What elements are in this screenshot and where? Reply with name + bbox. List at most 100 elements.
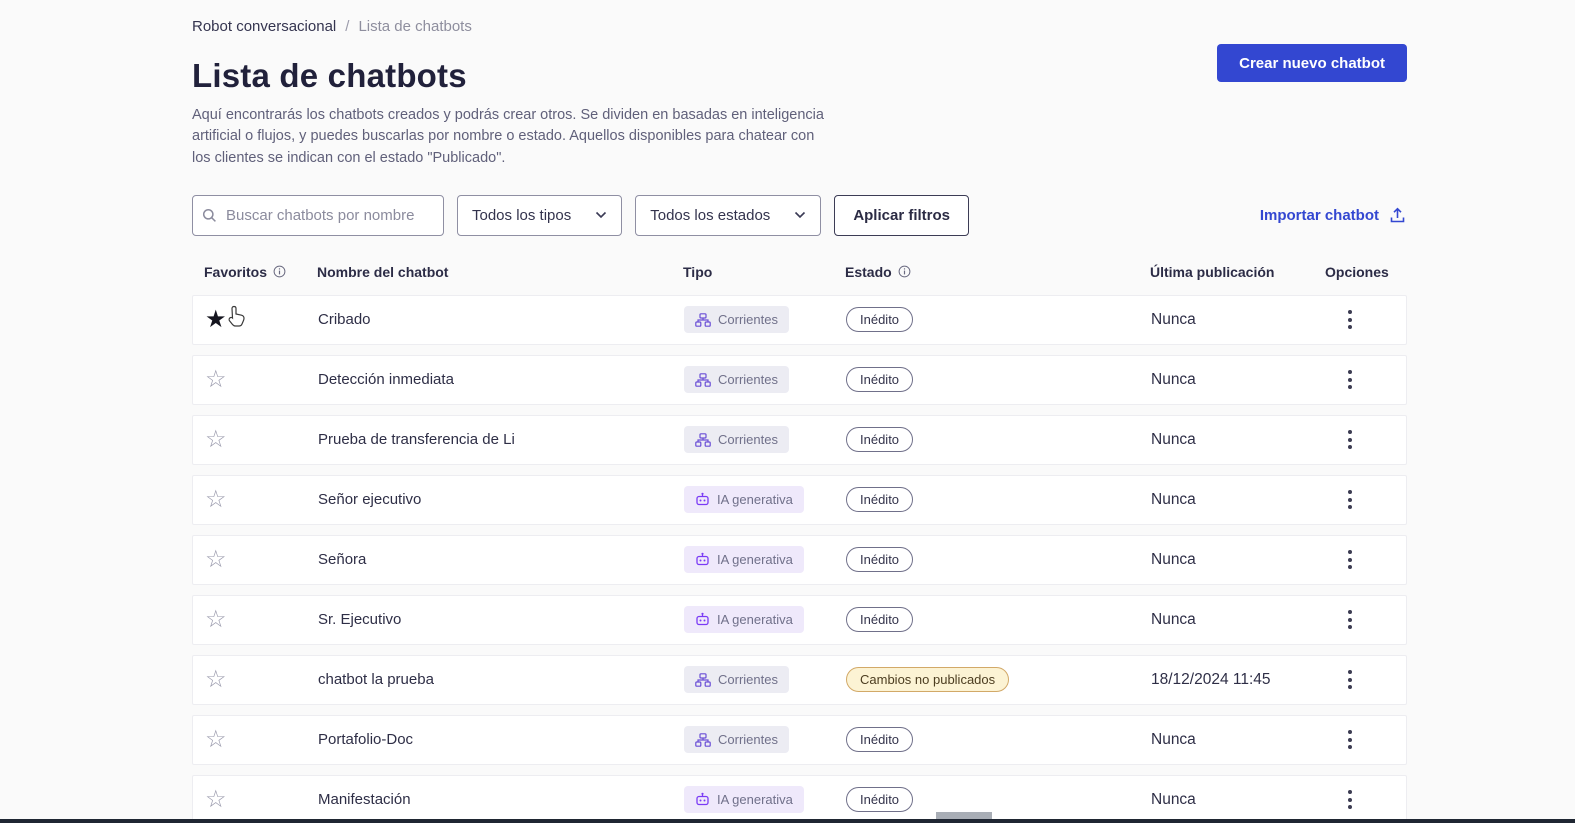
favorite-star-icon[interactable]: ☆: [205, 787, 227, 812]
import-chatbot-link[interactable]: Importar chatbot: [1260, 206, 1407, 224]
type-badge: IA generativa: [684, 786, 804, 814]
create-chatbot-button[interactable]: Crear nuevo chatbot: [1217, 44, 1407, 82]
status-filter-value: Todos los estados: [650, 206, 771, 224]
favorite-cell: ☆: [193, 547, 318, 572]
last-published: Nunca: [1151, 730, 1196, 748]
col-header-ultima-publicacion: Última publicación: [1150, 263, 1275, 280]
info-icon[interactable]: [898, 265, 911, 278]
table-body: ★ Cribado Corrientes Inédito Nunca ☆ Det…: [192, 294, 1408, 823]
chatbot-name: Sr. Ejecutivo: [318, 611, 402, 629]
status-cell: Inédito: [846, 787, 1151, 813]
type-cell: Corrientes: [684, 366, 846, 394]
table-row[interactable]: ☆ chatbot la prueba Corrientes Cambios n…: [192, 654, 1408, 705]
type-badge-label: Corrientes: [718, 672, 778, 688]
status-badge: Inédito: [846, 547, 914, 573]
col-header-favoritos: Favoritos: [192, 264, 317, 280]
breadcrumb-item-robot-conversacional[interactable]: Robot conversacional: [192, 18, 336, 35]
info-icon[interactable]: [273, 265, 286, 278]
chatbot-name: Detección inmediata: [318, 371, 454, 389]
chevron-down-icon: [794, 211, 806, 219]
last-published: Nunca: [1151, 790, 1196, 808]
table-row[interactable]: ★ Cribado Corrientes Inédito Nunca: [192, 294, 1408, 345]
type-cell: Corrientes: [684, 666, 846, 694]
kebab-menu-icon[interactable]: [1342, 366, 1358, 393]
favorite-star-icon[interactable]: ☆: [205, 547, 227, 572]
robot-icon: [695, 492, 710, 507]
favorite-star-icon[interactable]: ☆: [205, 367, 227, 392]
search-icon: [202, 208, 217, 228]
favorite-star-icon[interactable]: ☆: [205, 727, 227, 752]
table-row[interactable]: ☆ Portafolio-Doc Corrientes Inédito Nunc…: [192, 714, 1407, 765]
status-badge: Inédito: [846, 307, 914, 333]
last-published: Nunca: [1151, 370, 1196, 388]
type-cell: IA generativa: [684, 546, 846, 574]
table-row[interactable]: ☆ Manifestación IA generativa Inédito Nu…: [192, 774, 1407, 823]
type-badge: IA generativa: [684, 486, 804, 514]
options-cell: [1326, 486, 1408, 513]
favorite-star-icon[interactable]: ★: [205, 307, 227, 332]
flow-icon: [695, 373, 711, 387]
status-cell: Cambios no publicados: [846, 667, 1151, 693]
col-header-opciones: Opciones: [1325, 263, 1389, 280]
type-badge-label: Corrientes: [718, 312, 778, 328]
scrollbar-thumb[interactable]: [936, 812, 992, 819]
chatbot-name: Señor ejecutivo: [318, 491, 422, 509]
options-cell: [1326, 666, 1408, 693]
status-badge: Inédito: [846, 427, 914, 453]
type-cell: Corrientes: [684, 426, 846, 454]
app-viewport: Robot conversacional / Lista de chatbots…: [0, 0, 1575, 823]
kebab-menu-icon[interactable]: [1342, 606, 1358, 633]
last-published: Nunca: [1151, 550, 1196, 568]
search-input[interactable]: [192, 194, 444, 236]
chatbot-name: Cribado: [318, 311, 371, 329]
type-badge: IA generativa: [684, 606, 804, 634]
type-cell: IA generativa: [684, 486, 846, 514]
status-badge: Inédito: [846, 787, 914, 813]
kebab-menu-icon[interactable]: [1342, 486, 1358, 513]
kebab-menu-icon[interactable]: [1342, 426, 1358, 453]
kebab-menu-icon[interactable]: [1342, 666, 1358, 693]
table-row[interactable]: ☆ Señor ejecutivo IA generativa Inédito …: [192, 474, 1408, 525]
table-row[interactable]: ☆ Detección inmediata Corrientes Inédito…: [192, 354, 1408, 405]
table-row[interactable]: ☆ Sr. Ejecutivo IA generativa Inédito Nu…: [192, 594, 1407, 645]
table-row[interactable]: ☆ Prueba de transferencia de Li Corrient…: [192, 414, 1407, 465]
type-cell: IA generativa: [684, 606, 846, 634]
type-cell: Corrientes: [684, 306, 846, 334]
options-cell: [1326, 306, 1408, 333]
type-badge: Corrientes: [684, 306, 789, 334]
status-cell: Inédito: [846, 547, 1151, 573]
type-badge-label: IA generativa: [717, 612, 793, 628]
chatbot-name: Prueba de transferencia de Li: [318, 431, 515, 449]
status-badge: Inédito: [846, 487, 914, 513]
options-cell: [1326, 366, 1408, 393]
favorite-cell: ☆: [193, 787, 318, 812]
favorite-star-icon[interactable]: ☆: [205, 487, 227, 512]
type-badge-label: IA generativa: [717, 552, 793, 568]
robot-icon: [695, 792, 710, 807]
favorite-star-icon[interactable]: ☆: [205, 667, 227, 692]
status-cell: Inédito: [846, 607, 1151, 633]
chatbot-name: Portafolio-Doc: [318, 731, 414, 749]
chevron-down-icon: [595, 211, 607, 219]
status-cell: Inédito: [846, 367, 1151, 393]
type-cell: Corrientes: [684, 726, 846, 754]
chatbot-name: Manifestación: [318, 791, 411, 809]
type-badge: Corrientes: [684, 426, 789, 454]
status-cell: Inédito: [846, 427, 1151, 453]
type-badge-label: Corrientes: [718, 432, 778, 448]
kebab-menu-icon[interactable]: [1342, 726, 1358, 753]
kebab-menu-icon[interactable]: [1342, 786, 1358, 813]
favorite-star-icon[interactable]: ☆: [205, 427, 227, 452]
kebab-menu-icon[interactable]: [1342, 306, 1358, 333]
breadcrumb-separator: /: [345, 18, 350, 35]
last-published: Nunca: [1151, 490, 1196, 508]
chatbot-name: chatbot la prueba: [318, 671, 434, 689]
breadcrumb: Robot conversacional / Lista de chatbots: [192, 18, 1407, 35]
type-filter-select[interactable]: Todos los tipos: [457, 194, 623, 236]
kebab-menu-icon[interactable]: [1342, 546, 1358, 573]
apply-filters-button[interactable]: Aplicar filtros: [834, 194, 969, 236]
flow-icon: [695, 673, 711, 687]
table-row[interactable]: ☆ Señora IA generativa Inédito Nunca: [192, 534, 1407, 585]
status-filter-select[interactable]: Todos los estados: [635, 194, 822, 236]
favorite-star-icon[interactable]: ☆: [205, 607, 227, 632]
